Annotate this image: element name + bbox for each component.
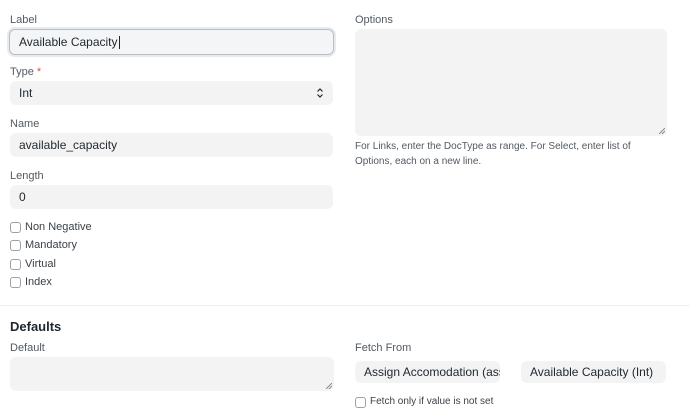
checkbox-label: Mandatory [25, 239, 77, 251]
checkbox-label: Index [25, 276, 52, 288]
fetch-from-doctype-select[interactable]: Assign Accomodation (assign [355, 361, 500, 383]
length-field-label: Length [10, 170, 44, 182]
type-field-label: Type * [10, 66, 41, 78]
type-select[interactable]: Int [10, 81, 333, 105]
mandatory-checkbox[interactable] [10, 240, 21, 251]
fetch-from-label: Fetch From [355, 342, 412, 354]
type-label-text: Type [10, 66, 34, 78]
fetch-from-field-select[interactable]: Available Capacity (Int) [521, 361, 666, 383]
label-field-label: Label [10, 14, 37, 26]
default-field-label: Default [10, 342, 45, 354]
checkbox-label: Non Negative [25, 221, 92, 233]
resize-handle-icon[interactable] [326, 383, 332, 389]
virtual-checkbox[interactable] [10, 259, 21, 270]
name-field-label: Name [10, 118, 40, 130]
length-input[interactable]: 0 [10, 185, 333, 209]
label-input-value: Available Capacity [19, 35, 118, 49]
label-input[interactable]: Available Capacity [9, 29, 334, 55]
name-input[interactable]: available_capacity [10, 133, 333, 157]
type-select-value: Int [19, 86, 33, 100]
non-negative-checkbox[interactable] [10, 222, 21, 233]
section-divider [0, 305, 690, 306]
required-marker: * [36, 66, 42, 78]
defaults-section-title: Defaults [10, 319, 62, 334]
options-field-label: Options [355, 14, 393, 26]
index-checkbox[interactable] [10, 277, 21, 288]
text-caret [118, 35, 120, 49]
options-help-text: For Links, enter the DocType as range. F… [355, 141, 631, 167]
chevron-up-down-icon [317, 88, 323, 98]
fetch-if-empty-label: Fetch only if value is not set [370, 396, 494, 407]
default-textarea[interactable] [10, 357, 334, 391]
fetch-if-empty-checkbox[interactable] [355, 397, 366, 408]
options-textarea[interactable] [355, 29, 667, 136]
checkbox-label: Virtual [25, 258, 56, 270]
resize-handle-icon[interactable] [659, 128, 665, 134]
